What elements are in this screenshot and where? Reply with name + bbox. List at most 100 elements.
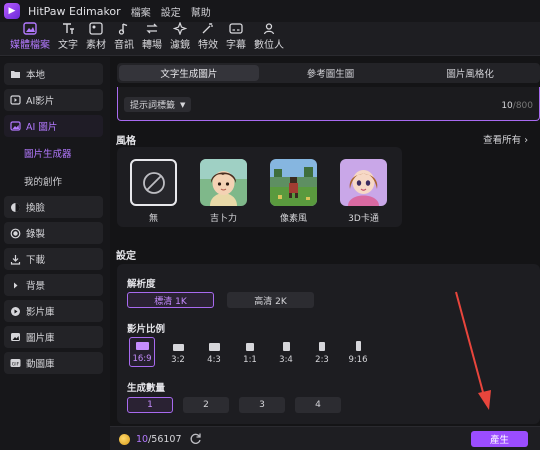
credits-display: 10/56107: [136, 434, 182, 445]
ratio-label: 16:9: [132, 354, 152, 364]
ratio-16-9-icon: [135, 342, 149, 350]
ai-image-icon: [10, 121, 21, 132]
ratio-2-3-option[interactable]: 2:3: [309, 337, 335, 367]
prompt-tags-dropdown[interactable]: 提示詞標籤 ▼: [124, 97, 192, 112]
ratio-label: 2:3: [315, 355, 329, 365]
chevron-down-icon: ▼: [180, 100, 186, 109]
ratio-label: 3:4: [279, 355, 293, 365]
toolbar-music-label: 音訊: [114, 40, 134, 51]
menu-settings[interactable]: 設定: [161, 4, 181, 19]
refresh-icon[interactable]: [189, 432, 202, 445]
sidebar-item-label: AI 圖片: [26, 122, 58, 133]
style-card-none[interactable]: 無: [130, 159, 177, 224]
tab-text-to-image[interactable]: 文字生成圖片: [119, 65, 259, 81]
sidebar-item-gif-library[interactable]: GIF 動圖庫: [4, 352, 103, 374]
avatar-icon: [262, 21, 276, 35]
sidebar-item-image-library[interactable]: 圖片庫: [4, 326, 103, 348]
char-count: 10: [501, 101, 513, 111]
style-label: 3D卡通: [348, 214, 379, 224]
style-card-pixel[interactable]: 像素風: [270, 159, 317, 224]
toolbar-avatar-label: 數位人: [254, 40, 284, 51]
record-icon: [10, 228, 21, 239]
ratio-3-4-option[interactable]: 3:4: [273, 337, 299, 367]
folder-icon: [10, 69, 21, 80]
resolution-label: 解析度: [127, 279, 156, 290]
ratio-4-3-option[interactable]: 4:3: [201, 337, 227, 367]
sidebar-item-local[interactable]: 本地: [4, 63, 103, 85]
toolbar-effects-label: 特效: [198, 40, 218, 51]
style-card-3d-cartoon[interactable]: 3D卡通: [340, 159, 387, 224]
toolbar-effects[interactable]: 特效: [194, 21, 222, 55]
sidebar-item-label: 背景: [26, 281, 46, 292]
svg-text:GIF: GIF: [12, 361, 20, 367]
toolbar-media[interactable]: 媒體檔案: [6, 21, 54, 55]
prompt-input[interactable]: 提示詞標籤 ▼ 10/800: [117, 87, 540, 121]
view-all-link[interactable]: 查看所有 ›: [483, 132, 528, 146]
toolbar-filter-label: 濾鏡: [170, 40, 190, 51]
menu-help[interactable]: 幫助: [191, 4, 211, 19]
toolbar-subtitle-label: 字幕: [226, 40, 246, 51]
text-icon: [61, 21, 75, 35]
pixel-thumbnail: [270, 159, 317, 206]
ratio-3-2-icon: [172, 344, 184, 351]
ratio-label: 3:2: [171, 355, 185, 365]
sidebar-item-background[interactable]: 背景: [4, 274, 103, 296]
toolbar-elements[interactable]: 素材: [82, 21, 110, 55]
resolution-2k-button[interactable]: 高清 2K: [227, 292, 314, 308]
aspect-ratio-label: 影片比例: [127, 324, 166, 335]
style-card-ghibli[interactable]: 吉卜力: [200, 159, 247, 224]
toolbar-subtitle[interactable]: 字幕: [222, 21, 250, 55]
count-4-button[interactable]: 4: [295, 397, 341, 413]
sidebar-item-label: 本地: [26, 70, 46, 81]
char-max: /800: [512, 101, 533, 111]
title-bar: ▶ HitPaw Edimakor 檔案 設定 幫助: [0, 0, 540, 22]
sidebar-subitem-my-creations[interactable]: 我的創作: [24, 174, 62, 188]
toolbar-avatar[interactable]: 數位人: [250, 21, 288, 55]
generate-button[interactable]: 產生: [471, 431, 528, 447]
credits-used: 10: [136, 434, 149, 445]
ratio-3-2-option[interactable]: 3:2: [165, 337, 191, 367]
sidebar-item-label: 換臉: [26, 203, 46, 214]
toolbar-transition[interactable]: 轉場: [138, 21, 166, 55]
ratio-16-9-option[interactable]: 16:9: [129, 337, 155, 367]
menu-file[interactable]: 檔案: [131, 4, 151, 19]
ratio-4-3-icon: [208, 343, 220, 351]
elements-icon: [89, 21, 103, 35]
transition-icon: [145, 21, 159, 35]
ratio-1-1-option[interactable]: 1:1: [237, 337, 263, 367]
count-3-button[interactable]: 3: [239, 397, 285, 413]
sidebar-item-download[interactable]: 下載: [4, 248, 103, 270]
cartoon-3d-thumbnail: [340, 159, 387, 206]
video-library-icon: [10, 306, 21, 317]
toolbar-text[interactable]: 文字: [54, 21, 82, 55]
toolbar-media-label: 媒體檔案: [10, 40, 50, 51]
toolbar-transition-label: 轉場: [142, 40, 162, 51]
ai-video-icon: [10, 95, 21, 106]
sidebar-item-label: 圖片庫: [26, 333, 55, 344]
tab-image-stylize[interactable]: 圖片風格化: [400, 63, 540, 83]
toolbar-music[interactable]: 音訊: [110, 21, 138, 55]
count-2-button[interactable]: 2: [183, 397, 229, 413]
style-thumb: [130, 159, 177, 206]
sidebar-item-ai-video[interactable]: AI影片: [4, 89, 103, 111]
sidebar-item-video-library[interactable]: 影片庫: [4, 300, 103, 322]
sidebar-item-ai-image[interactable]: AI 圖片: [4, 115, 103, 137]
count-1-button[interactable]: 1: [127, 397, 173, 413]
ratio-9-16-option[interactable]: 9:16: [345, 337, 371, 367]
music-icon: [117, 21, 131, 35]
main-toolbar: 媒體檔案 文字 素材 音訊 轉場 濾鏡 特效 字幕 數位人: [0, 21, 540, 56]
sidebar-item-record[interactable]: 錄製: [4, 222, 103, 244]
sidebar-subitem-image-generator[interactable]: 圖片生成器: [24, 146, 72, 160]
style-label: 像素風: [279, 214, 307, 224]
subtitle-icon: [229, 21, 243, 35]
ratio-label: 9:16: [348, 355, 368, 365]
ghibli-thumbnail: [200, 159, 247, 206]
resolution-1k-button[interactable]: 標清 1K: [127, 292, 214, 308]
toolbar-text-label: 文字: [58, 40, 78, 51]
tab-image-to-image[interactable]: 參考圖生圖: [261, 63, 401, 83]
toolbar-filter[interactable]: 濾鏡: [166, 21, 194, 55]
mode-tabs: 文字生成圖片 參考圖生圖 圖片風格化: [117, 63, 540, 83]
ratio-label: 1:1: [243, 355, 257, 365]
sidebar-item-face-swap[interactable]: 換臉: [4, 196, 103, 218]
sidebar-item-label: 動圖庫: [26, 359, 55, 370]
